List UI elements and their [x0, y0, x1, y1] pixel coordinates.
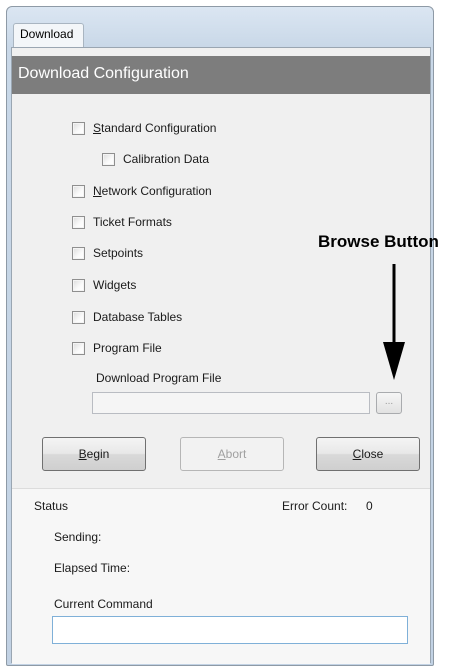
elapsed-time-label: Elapsed Time: — [54, 561, 131, 575]
browse-button[interactable]: ... — [376, 392, 402, 414]
checkbox-calibration-data[interactable]: Calibration Data — [102, 152, 209, 166]
current-command-label: Current Command — [54, 597, 153, 611]
begin-button[interactable]: Begin — [42, 437, 146, 471]
dialog-content: Download Configuration Standard Configur… — [11, 47, 431, 664]
checkbox-label: Setpoints — [93, 246, 144, 260]
program-file-path-input[interactable] — [92, 392, 370, 414]
checkbox-widgets[interactable]: Widgets — [72, 278, 136, 292]
checkbox-label: Calibration Data — [123, 152, 210, 166]
checkbox-label: Widgets — [93, 278, 137, 292]
sending-label: Sending: — [54, 530, 102, 544]
current-command-field — [52, 616, 408, 644]
annotation-arrow-icon — [383, 264, 405, 380]
checkbox-setpoints[interactable]: Setpoints — [72, 246, 143, 260]
checkbox-label: Network Configuration — [93, 184, 212, 198]
checkbox-standard-configuration[interactable]: Standard Configuration — [72, 121, 216, 135]
checkbox-database-tables[interactable]: Database Tables — [72, 310, 182, 324]
error-count-value: 0 — [366, 499, 373, 513]
checkbox-box[interactable] — [72, 184, 85, 198]
status-panel: Status Error Count: 0 Sending: Elapsed T… — [12, 488, 430, 664]
checkbox-box[interactable] — [72, 310, 85, 324]
download-window: Download Download Configuration Standard… — [6, 6, 434, 666]
checkbox-box[interactable] — [102, 152, 115, 166]
checkbox-ticket-formats[interactable]: Ticket Formats — [72, 215, 172, 229]
checkbox-network-configuration[interactable]: Network Configuration — [72, 184, 212, 198]
checkbox-box[interactable] — [72, 246, 85, 260]
browse-button-annotation: Browse Button — [318, 232, 439, 251]
close-button[interactable]: Close — [316, 437, 420, 471]
checkbox-label: Ticket Formats — [93, 215, 172, 229]
checkbox-box[interactable] — [72, 121, 85, 135]
checkbox-label: Database Tables — [93, 310, 183, 324]
checkbox-label: Standard Configuration — [93, 121, 217, 135]
abort-button[interactable]: Abort — [180, 437, 284, 471]
error-count-label: Error Count: — [282, 499, 348, 513]
checkbox-box[interactable] — [72, 341, 85, 355]
checkbox-label: Program File — [93, 341, 162, 355]
status-title: Status — [34, 499, 69, 513]
checkbox-program-file[interactable]: Program File — [72, 341, 162, 355]
window-title: Download — [13, 23, 85, 47]
checkbox-box[interactable] — [72, 278, 85, 292]
checkbox-box[interactable] — [72, 215, 85, 229]
download-program-file-label: Download Program File — [96, 371, 222, 385]
title-bar[interactable]: Download — [7, 7, 433, 47]
dialog-header: Download Configuration — [12, 56, 430, 94]
